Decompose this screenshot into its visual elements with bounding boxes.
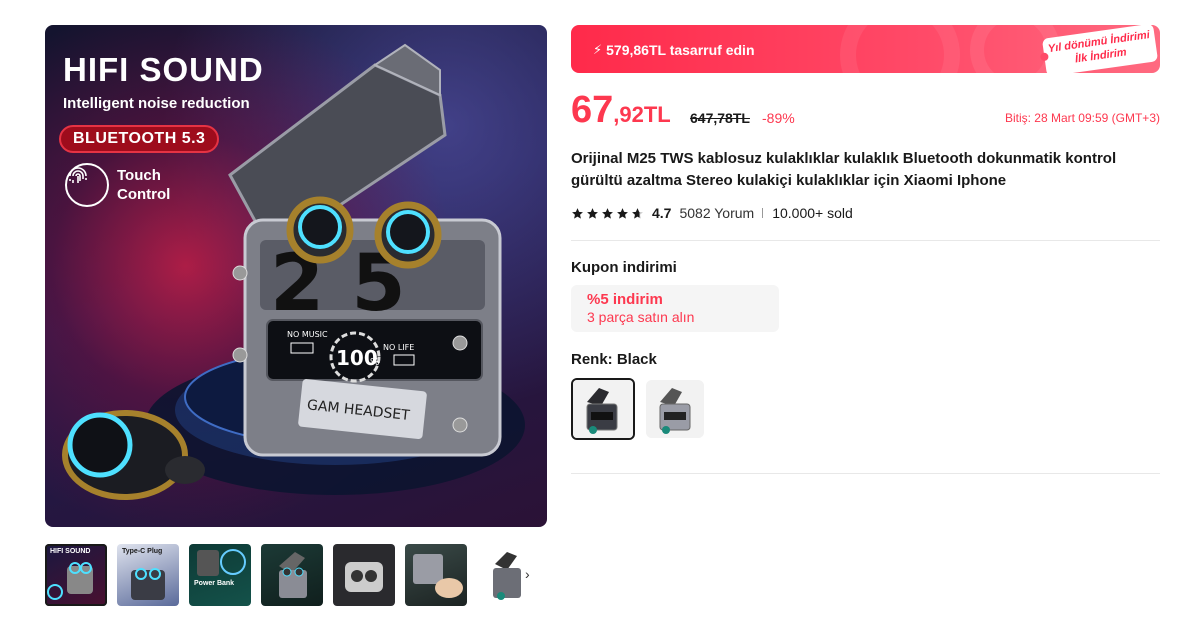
coupon-condition: 3 parça satın alın — [587, 309, 695, 325]
thumbnail-in-hand[interactable] — [405, 544, 467, 606]
coupon-discount: %5 indirim — [587, 291, 663, 308]
color-section-title: Renk: Black — [571, 351, 657, 368]
anniversary-tag: Yıl dönümü İndirimi İlk İndirim — [1039, 25, 1159, 73]
star-half-icon — [632, 207, 643, 219]
star-icon — [602, 207, 613, 219]
product-title: Orijinal M25 TWS kablosuz kulaklıklar ku… — [571, 150, 1117, 189]
svg-text:NO MUSIC: NO MUSIC — [287, 330, 328, 339]
chevron-right-icon[interactable]: › — [525, 566, 530, 582]
price-decimal: ,92TL — [613, 102, 671, 127]
touch-control-feature: Touch Control — [65, 163, 170, 207]
thumbnail-hero[interactable]: HIFI SOUND — [45, 544, 107, 606]
savings-text: 579,86TL tasarruf edin — [606, 42, 755, 58]
current-price: 67,92TL — [571, 89, 671, 132]
color-swatch-black[interactable] — [571, 378, 635, 440]
divider — [571, 473, 1160, 474]
sold-count: 10.000+ sold — [772, 205, 853, 221]
thumbnail-strip: HIFI SOUND Type-C Plug Power Bank — [45, 544, 539, 606]
thumbnail-case-open[interactable] — [261, 544, 323, 606]
svg-text:%: % — [370, 357, 380, 368]
thumbnail-open-case[interactable] — [333, 544, 395, 606]
hero-title: HIFI SOUND — [63, 51, 264, 88]
hero-subtitle: Intelligent noise reduction — [63, 95, 250, 112]
original-price: 647,78TL — [690, 110, 750, 126]
price-integer: 67 — [571, 89, 614, 131]
coupon-section-title: Kupon indirimi — [571, 259, 677, 276]
thumbnail-features[interactable]: Type-C Plug — [117, 544, 179, 606]
lightning-icon: ⚡ — [593, 42, 603, 57]
star-icon — [617, 207, 628, 219]
fingerprint-icon — [65, 163, 109, 207]
rating-value: 4.7 — [652, 205, 672, 221]
main-product-image[interactable]: 2 5 100 % NO MUSIC NO LIFE GAM HEADSET H… — [45, 25, 547, 527]
review-count-link[interactable]: 5082 Yorum — [679, 205, 754, 221]
thumbnail-power-bank[interactable]: Power Bank — [189, 544, 251, 606]
rating-stars — [571, 207, 644, 220]
price-row: 67,92TL 647,78TL -89% Bitiş: 28 Mart 09:… — [571, 89, 1160, 133]
coupon-card[interactable]: %5 indirim 3 parça satın alın — [571, 285, 779, 332]
thumbnail-caption: HIFI SOUND — [50, 548, 91, 555]
svg-text:NO LIFE: NO LIFE — [383, 343, 414, 352]
color-swatch-silver[interactable] — [646, 380, 704, 438]
sale-end-time: Bitiş: 28 Mart 09:59 (GMT+3) — [1004, 111, 1160, 125]
thumbnail-caption: Type-C Plug — [122, 548, 163, 555]
star-icon — [572, 207, 583, 219]
rating-row: 4.7 5082 Yorum 10.000+ sold — [571, 205, 853, 221]
bluetooth-badge: BLUETOOTH 5.3 — [59, 125, 220, 153]
promo-banner: ⚡ 579,86TL tasarruf edin Yıl dönümü İndi… — [571, 25, 1160, 73]
divider — [571, 240, 1160, 241]
star-icon — [587, 207, 598, 219]
discount-percent: -89% — [762, 110, 795, 126]
touch-control-label: Touch Control — [117, 167, 171, 203]
thumbnail-caption: Power Bank — [194, 580, 235, 587]
